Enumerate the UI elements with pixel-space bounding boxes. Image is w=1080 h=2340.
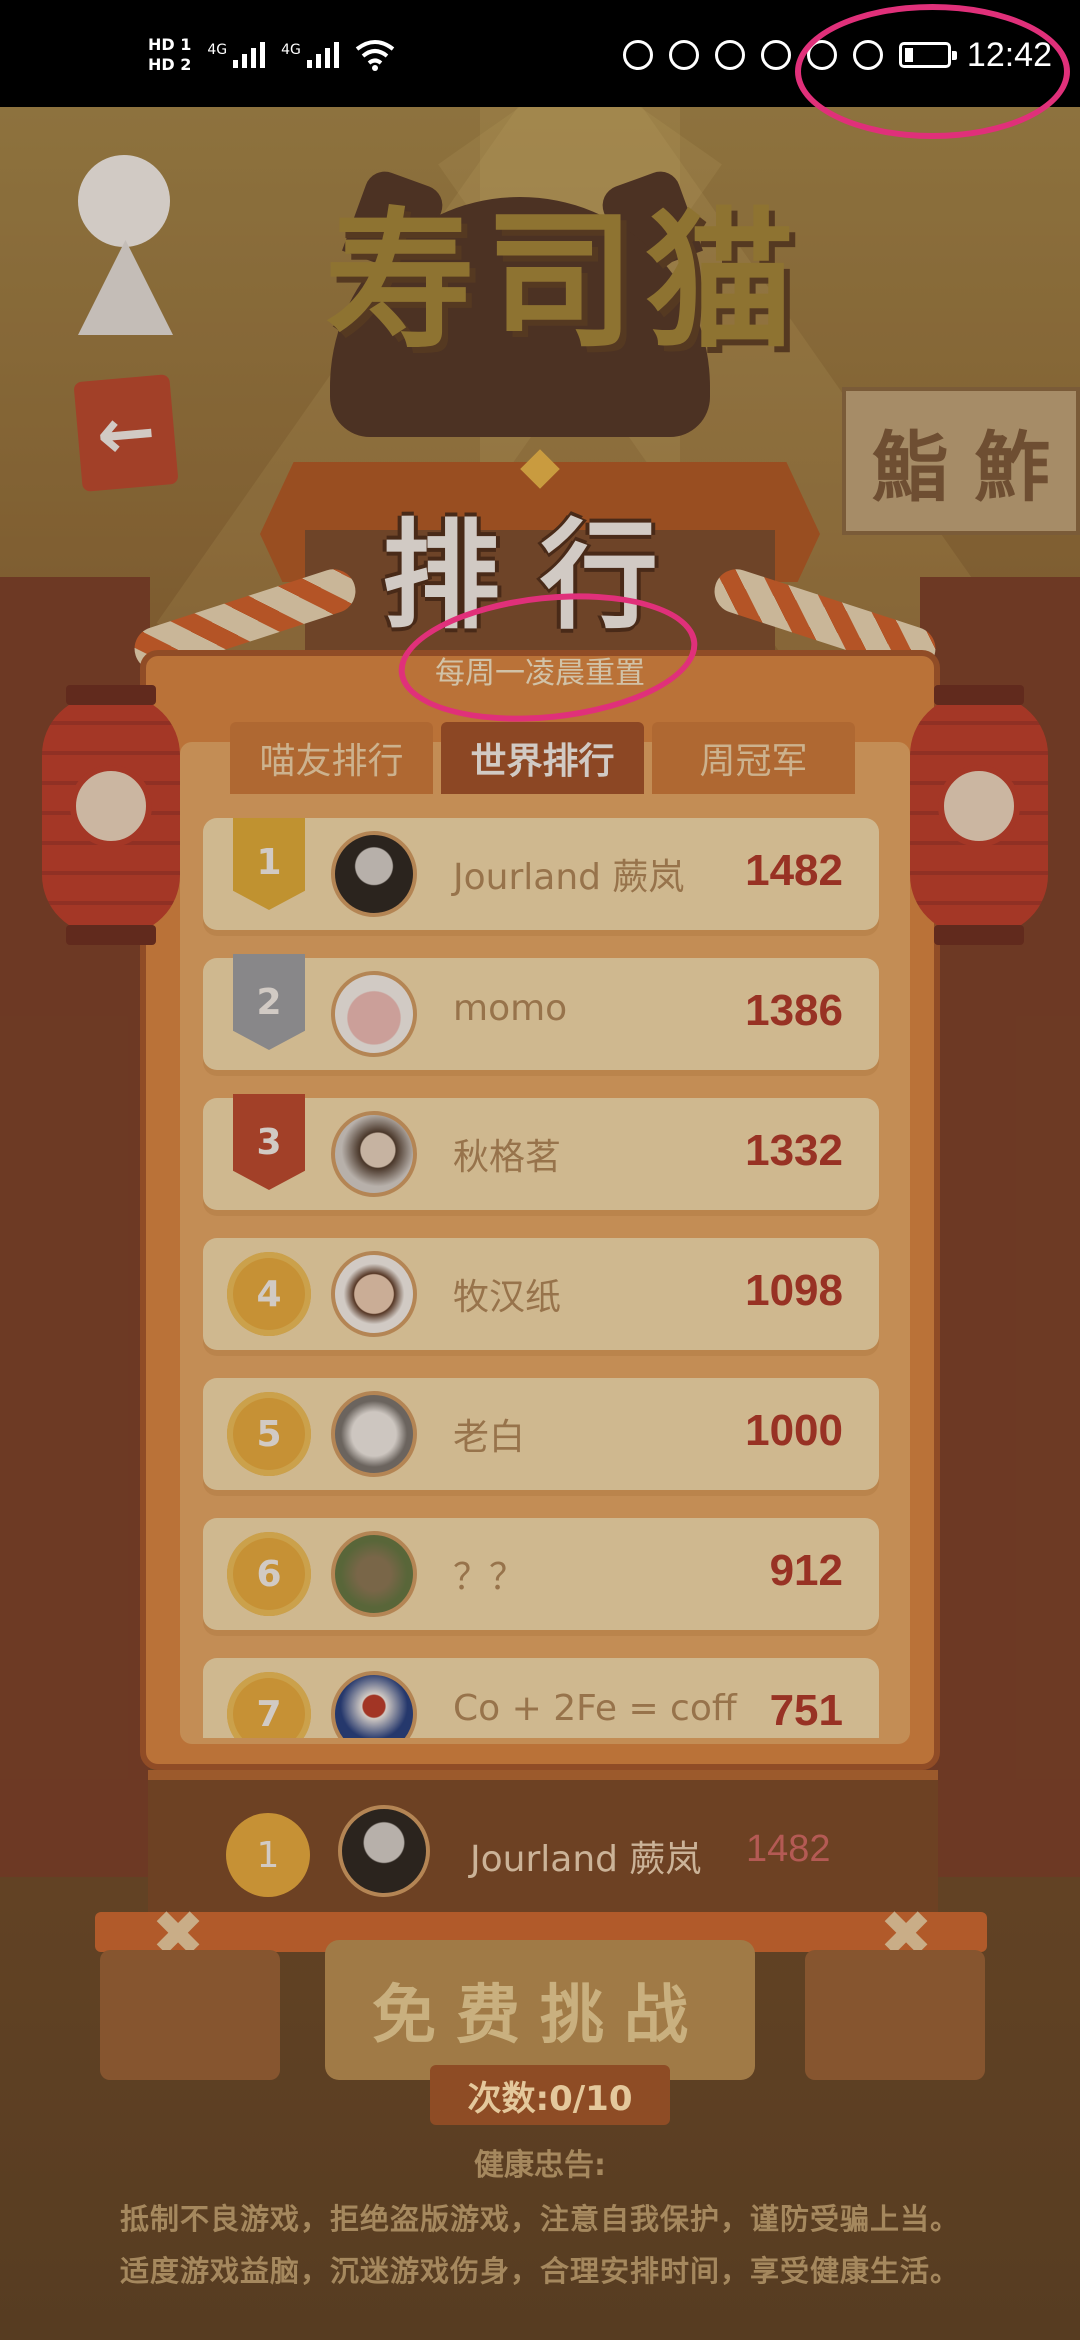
player-name: ？？: [453, 1557, 526, 1598]
player-score: 1386: [745, 986, 843, 1035]
my-rank-circle: 1: [226, 1813, 310, 1897]
rank-circle: 7: [227, 1672, 311, 1738]
ranking-row[interactable]: 7 Co + 2Fe = coff 751: [203, 1658, 879, 1738]
player-name: 老白: [453, 1417, 526, 1458]
eye-icon: [714, 40, 745, 70]
player-score: 1482: [745, 846, 843, 895]
player-name: Co + 2Fe = coff: [453, 1688, 737, 1729]
free-challenge-button[interactable]: 免费挑战: [325, 1940, 755, 2080]
player-score: 1332: [745, 1126, 843, 1175]
my-avatar: [338, 1805, 430, 1897]
net2-label: 4G: [281, 42, 301, 58]
net1-label: 4G: [207, 42, 228, 58]
sakura-icon: [70, 765, 152, 847]
tab-world[interactable]: 世界排行: [441, 722, 644, 794]
player-score: 1000: [745, 1406, 843, 1455]
rank-circle: 6: [227, 1532, 311, 1616]
avatar: [331, 971, 417, 1057]
player-name: Jourland 蕨岚: [453, 857, 685, 898]
signal-icon: 4G: [281, 42, 339, 68]
status-left: HD 1 HD 2 4G 4G: [148, 30, 395, 80]
back-button[interactable]: ←: [73, 374, 179, 492]
signal-icon: 4G: [207, 42, 266, 68]
shop-box: [805, 1950, 985, 2080]
ranking-row[interactable]: 5 老白 1000: [203, 1378, 879, 1490]
ranking-list[interactable]: 1 Jourland 蕨岚 1482 2 momo 1386 3 秋格茗 133…: [203, 818, 879, 1738]
ranking-row[interactable]: 3 秋格茗 1332: [203, 1094, 879, 1210]
challenge-count: 次数:0/10: [430, 2065, 670, 2125]
sakura-icon: [938, 765, 1020, 847]
tab-weekly-champion[interactable]: 周冠军: [652, 722, 855, 794]
headset-icon: [622, 40, 653, 70]
my-score: 1482: [746, 1828, 831, 1870]
player-name: 牧汉纸: [453, 1277, 562, 1318]
silver-badge: 2: [233, 954, 305, 1050]
my-rank-bar: 1 Jourland 蕨岚 1482: [148, 1770, 938, 1930]
lantern-right: [910, 685, 1048, 945]
tab-friends[interactable]: 喵友排行: [230, 722, 433, 794]
lantern-left: [42, 685, 180, 945]
player-score: 912: [769, 1546, 843, 1595]
ranking-row[interactable]: 6 ？？ 912: [203, 1518, 879, 1630]
avatar: [331, 1531, 417, 1617]
hd2-label: HD 2: [148, 55, 192, 74]
avatar: [331, 1111, 417, 1197]
hd1-label: HD 1: [148, 35, 192, 54]
alarm-icon: [760, 40, 791, 70]
back-arrow-icon: ←: [93, 389, 159, 477]
ranking-row[interactable]: 4 牧汉纸 1098: [203, 1238, 879, 1350]
health-notice-line: 抵制不良游戏，拒绝盗版游戏，注意自我保护，谨防受骗上当。: [119, 2202, 960, 2236]
rank-circle: 5: [227, 1392, 311, 1476]
hd-indicator: HD 1 HD 2: [148, 35, 191, 75]
teru-teru-doll-head: [78, 155, 170, 247]
trophy-box: [100, 1950, 280, 2080]
data-saver-icon: [668, 40, 699, 70]
annotation-circle-status: [795, 4, 1070, 139]
wifi-icon: [355, 40, 395, 71]
avatar: [331, 1251, 417, 1337]
player-score: 1098: [745, 1266, 843, 1315]
bronze-badge: 3: [233, 1094, 305, 1190]
gold-badge: 1: [233, 818, 305, 910]
avatar: [331, 1671, 417, 1738]
ranking-tabs: 喵友排行 世界排行 周冠军: [230, 722, 855, 794]
ranking-row[interactable]: 2 momo 1386: [203, 954, 879, 1070]
game-title: 寿司猫: [324, 193, 805, 369]
avatar: [331, 831, 417, 917]
rank-circle: 4: [227, 1252, 311, 1336]
my-name: Jourland 蕨岚: [470, 1839, 702, 1880]
health-notice-line: 适度游戏益脑，沉迷游戏伤身，合理安排时间，享受健康生活。: [119, 2254, 960, 2288]
player-name: momo: [453, 988, 568, 1029]
health-notice-title: 健康忠告:: [474, 2148, 606, 2183]
ranking-row[interactable]: 1 Jourland 蕨岚 1482: [203, 818, 879, 930]
player-name: 秋格茗: [453, 1137, 562, 1178]
player-score: 751: [769, 1686, 843, 1735]
avatar: [331, 1391, 417, 1477]
shop-sign: 鮨 鮓: [842, 387, 1080, 535]
